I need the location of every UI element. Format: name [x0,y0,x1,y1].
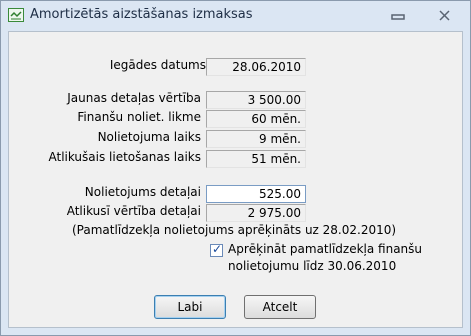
part-depreciation-label: Nolietojums detaļai [84,185,201,199]
checkbox-label-line2: nolietojumu līdz 30.06.2010 [228,259,397,273]
calculation-note: (Pamatlīdzekļa nolietojums aprēķināts uz… [72,223,397,237]
residual-value-label: Atlikusī vērtība detaļai [66,204,201,218]
new-part-value-label: Jaunas detaļas vērtība [67,91,201,105]
dialog-body: Iegādes datums 28.06.2010 Jaunas detaļas… [8,31,463,328]
remaining-life-label: Atlikušais lietošanas laiks [48,150,201,164]
remaining-life-value: 51 mēn. [206,150,306,168]
depreciation-rate-value: 60 mēn. [206,110,306,128]
residual-value: 2 975.00 [206,204,306,222]
part-depreciation-input[interactable]: 525.00 [206,185,306,203]
purchase-date-value: 28.06.2010 [206,58,306,76]
check-icon: ✓ [212,242,223,256]
close-icon[interactable] [432,6,458,26]
cancel-button[interactable]: Atcelt [244,295,316,319]
depreciation-rate-label: Finanšu noliet. likme [77,110,201,124]
window-title: Amortizētās aizstāšanas izmaksas [30,7,253,22]
title-bar[interactable]: Amortizētās aizstāšanas izmaksas [1,1,470,31]
finance-depreciation-checkbox[interactable]: ✓ [210,242,223,257]
purchase-date-label: Iegādes datums [109,58,206,72]
minimize-icon[interactable] [385,6,411,26]
depreciation-time-value: 9 mēn. [206,130,306,148]
app-icon [8,8,24,22]
depreciation-time-label: Nolietojuma laiks [97,130,201,144]
ok-button[interactable]: Labi [154,295,226,319]
dialog-window: Amortizētās aizstāšanas izmaksas Iegādes… [0,0,471,336]
checkbox-label-line1: Aprēķināt pamatlīdzekļa finanšu [228,242,423,256]
new-part-value: 3 500.00 [206,91,306,109]
